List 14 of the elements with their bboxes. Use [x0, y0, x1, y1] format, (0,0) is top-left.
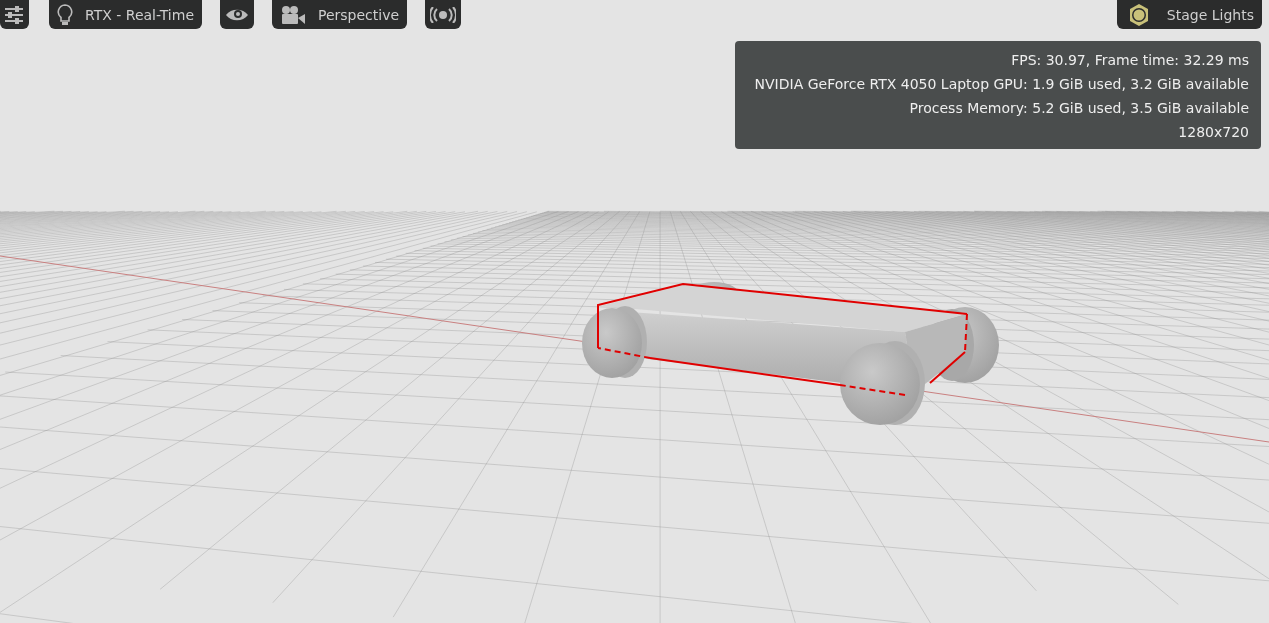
broadcast-button[interactable]	[425, 0, 462, 29]
light-bulb-icon	[57, 3, 73, 26]
settings-icon	[4, 5, 24, 24]
stage-lights-button[interactable]: Stage Lights	[1116, 0, 1262, 29]
render-mode-button[interactable]: RTX - Real-Time	[49, 0, 202, 29]
broadcast-icon	[430, 6, 457, 23]
visibility-button[interactable]	[220, 0, 254, 29]
video-camera-icon	[280, 4, 306, 25]
stats-text: FPS: 30.97, Frame time: 32.29 ms	[1010, 51, 1249, 70]
stats-text: Process Memory: 5.2 GiB used, 3.5 GiB available	[908, 99, 1249, 118]
stats-text: 1280x720	[1177, 123, 1249, 142]
settings-button[interactable]	[0, 0, 29, 29]
camera-button[interactable]: Perspective	[272, 0, 408, 29]
stats-text: NVIDIA GeForce RTX 4050 Laptop GPU: 1.9 GiB used, 3.2 GiB available	[753, 75, 1249, 94]
